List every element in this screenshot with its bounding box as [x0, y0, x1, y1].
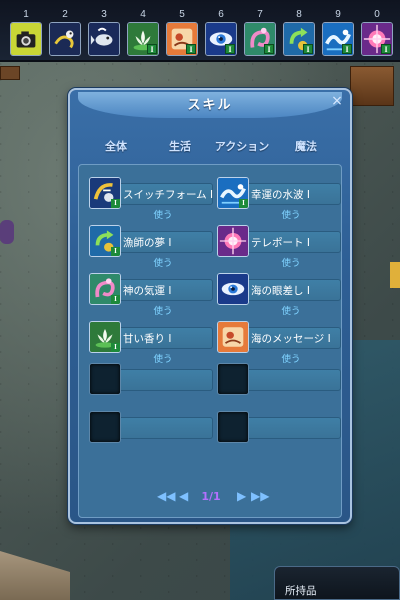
camera-icon: [11, 23, 41, 55]
flower-decoration: [0, 220, 14, 244]
use-skill-button[interactable]: 使う: [133, 351, 193, 365]
prev-page-button[interactable]: ◀: [179, 489, 188, 503]
use-skill-button[interactable]: 使う: [133, 207, 193, 221]
use-skill-button[interactable]: 使う: [261, 351, 321, 365]
wooden-bench: [350, 66, 394, 106]
skill-card[interactable]: I 神の気運 Ⅰ 使う: [89, 273, 215, 317]
green-arrow-icon[interactable]: I: [89, 225, 121, 257]
tab-action[interactable]: アクション: [210, 138, 274, 154]
yellow-crate: [390, 262, 400, 288]
rank-badge: I: [186, 44, 196, 54]
skill-card[interactable]: テレポート Ⅰ 使う: [217, 225, 343, 269]
hotbar-slot[interactable]: [88, 22, 120, 56]
skill-card[interactable]: I 甘い香り Ⅰ 使う: [89, 321, 215, 365]
use-skill-button[interactable]: 使う: [133, 255, 193, 269]
hotbar-slot-number: 4: [140, 9, 146, 20]
rank-badge: I: [111, 247, 120, 256]
fish-icon: [89, 23, 119, 55]
rank-badge: I: [111, 295, 120, 304]
skill-card[interactable]: I 幸運の水波 Ⅰ 使う: [217, 177, 343, 221]
skill-name: 幸運の水波 Ⅰ: [251, 189, 310, 201]
rank-badge: I: [147, 44, 157, 54]
hotbar-slot[interactable]: I: [283, 22, 315, 56]
orange-card-icon[interactable]: [217, 321, 249, 353]
skill-hotbar: 1 2 3 4 I 5 I 6 I 7 I 8 I 9 I 0 I: [0, 0, 400, 62]
empty-skill-slot[interactable]: [89, 411, 121, 443]
inventory-label: 所持品: [285, 585, 317, 597]
use-skill-button[interactable]: 使う: [261, 255, 321, 269]
skill-card[interactable]: I 漁師の夢 Ⅰ 使う: [89, 225, 215, 269]
pagination: ◀◀ ◀ 1/1 ▶ ▶▶: [79, 489, 343, 505]
hotbar-slot[interactable]: I: [244, 22, 276, 56]
skill-name: スイッチフォーム Ⅰ: [123, 189, 214, 201]
hotbar-slot-number: 0: [374, 9, 380, 20]
sparkle-burst-icon[interactable]: [217, 225, 249, 257]
pink-swirl-icon[interactable]: I: [89, 273, 121, 305]
hotbar-slot-number: 9: [335, 9, 341, 20]
empty-skill-slot[interactable]: [217, 411, 249, 443]
wooden-bench-left: [0, 66, 20, 80]
hotbar-slot[interactable]: I: [322, 22, 354, 56]
hotbar-slot-number: 8: [296, 9, 302, 20]
hotbar-slot[interactable]: I: [205, 22, 237, 56]
rank-badge: I: [342, 44, 352, 54]
skill-category-tabs: 全体 生活 アクション 魔法: [70, 138, 350, 158]
hotbar-slot-number: 3: [101, 9, 107, 20]
hotbar-slot-number: 6: [218, 9, 224, 20]
skill-list-area: I スイッチフォーム Ⅰ 使う I 幸運の水波 Ⅰ 使う I 漁師の夢 Ⅰ 使う テレポート Ⅰ使…: [78, 164, 342, 518]
close-icon[interactable]: ×: [330, 94, 344, 108]
page-indicator: 1/1: [201, 490, 221, 503]
skill-window-title: スキル: [187, 98, 233, 113]
use-skill-button[interactable]: 使う: [133, 303, 193, 317]
rank-badge: I: [303, 44, 313, 54]
first-page-button[interactable]: ◀◀: [157, 489, 175, 503]
skill-window: スキル × 全体 生活 アクション 魔法 I スイッチフォーム Ⅰ 使う I 幸運の水波…: [68, 88, 352, 524]
tab-life[interactable]: 生活: [148, 138, 212, 154]
skill-name: 漁師の夢 Ⅰ: [123, 237, 172, 249]
rank-badge: I: [381, 44, 391, 54]
skill-name: 神の気運 Ⅰ: [123, 285, 172, 297]
rank-badge: I: [111, 343, 120, 352]
switch-form-icon[interactable]: I: [89, 177, 121, 209]
skill-card[interactable]: 海のメッセージ Ⅰ 使う: [217, 321, 343, 365]
hotbar-slot[interactable]: I: [361, 22, 393, 56]
tab-magic[interactable]: 魔法: [274, 138, 338, 154]
skill-name: 海のメッセージ Ⅰ: [251, 333, 331, 345]
use-skill-button[interactable]: 使う: [261, 207, 321, 221]
rank-badge: I: [264, 44, 274, 54]
hotbar-slot-number: 1: [23, 9, 29, 20]
rank-badge: I: [225, 44, 235, 54]
hotbar-slot[interactable]: I: [166, 22, 198, 56]
skill-card[interactable]: 海の眼差し Ⅰ 使う: [217, 273, 343, 317]
skill-card[interactable]: I スイッチフォーム Ⅰ 使う: [89, 177, 215, 221]
water-splash-icon[interactable]: I: [217, 177, 249, 209]
empty-skill-slot[interactable]: [89, 363, 121, 395]
lotus-icon[interactable]: I: [89, 321, 121, 353]
tab-all[interactable]: 全体: [84, 138, 148, 154]
hotbar-slot[interactable]: I: [127, 22, 159, 56]
hotbar-slot-number: 7: [257, 9, 263, 20]
inventory-button[interactable]: 所持品: [274, 566, 400, 600]
chain-fish-icon: [50, 23, 80, 55]
skill-name: テレポート Ⅰ: [251, 237, 310, 249]
eye-icon[interactable]: [217, 273, 249, 305]
skill-name: 甘い香り Ⅰ: [123, 333, 172, 345]
hotbar-slot-number: 5: [179, 9, 185, 20]
rank-badge: I: [111, 199, 120, 208]
hotbar-slot[interactable]: [10, 22, 42, 56]
empty-skill-slot[interactable]: [217, 363, 249, 395]
hotbar-slot-number: 2: [62, 9, 68, 20]
hotbar-slot[interactable]: [49, 22, 81, 56]
next-page-button[interactable]: ▶: [237, 489, 246, 503]
use-skill-button[interactable]: 使う: [261, 303, 321, 317]
rank-badge: I: [239, 199, 248, 208]
last-page-button[interactable]: ▶▶: [251, 489, 269, 503]
skill-name: 海の眼差し Ⅰ: [251, 285, 310, 297]
